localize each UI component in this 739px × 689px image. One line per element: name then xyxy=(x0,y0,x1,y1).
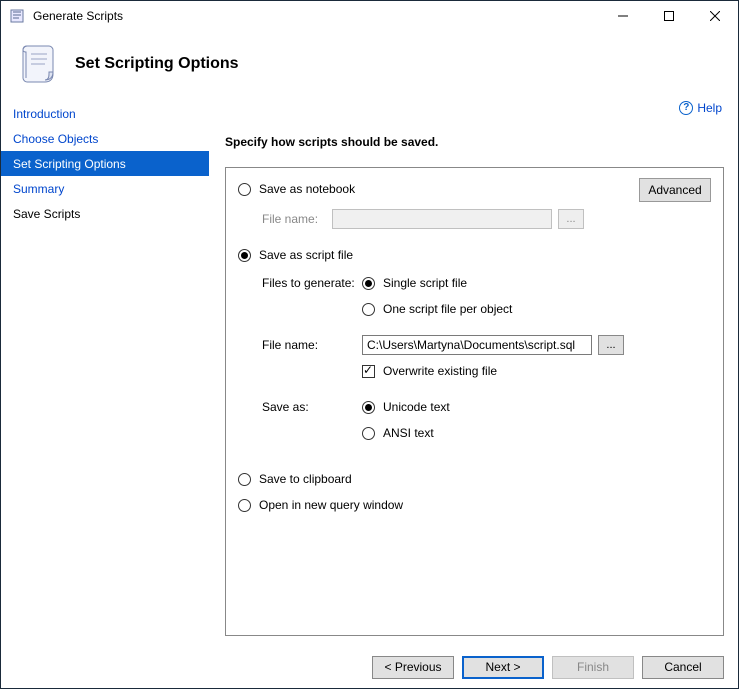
minimize-button[interactable] xyxy=(600,1,646,31)
checkbox-overwrite[interactable] xyxy=(362,365,375,378)
radio-save-to-clipboard[interactable] xyxy=(238,473,251,486)
label-save-as-script-file: Save as script file xyxy=(259,248,353,262)
label-unicode-text: Unicode text xyxy=(383,400,450,414)
label-save-to-clipboard: Save to clipboard xyxy=(259,472,352,486)
window-title: Generate Scripts xyxy=(33,9,123,23)
notebook-filename-input xyxy=(332,209,552,229)
previous-button[interactable]: < Previous xyxy=(372,656,454,679)
wizard-window: Generate Scripts xyxy=(1,1,738,688)
radio-save-as-notebook[interactable] xyxy=(238,183,251,196)
label-open-new-query: Open in new query window xyxy=(259,498,403,512)
files-to-generate-label: Files to generate: xyxy=(262,276,362,290)
help-label: Help xyxy=(697,101,722,115)
radio-one-per-object[interactable] xyxy=(362,303,375,316)
script-icon xyxy=(19,42,63,86)
content: ? Help Specify how scripts should be sav… xyxy=(209,97,738,646)
options-panel: Advanced Save as notebook File name: ... xyxy=(225,167,724,636)
radio-save-as-script-file[interactable] xyxy=(238,249,251,262)
cancel-button[interactable]: Cancel xyxy=(642,656,724,679)
notebook-browse-button: ... xyxy=(558,209,584,229)
label-ansi-text: ANSI text xyxy=(383,426,434,440)
finish-button: Finish xyxy=(552,656,634,679)
radio-ansi-text[interactable] xyxy=(362,427,375,440)
titlebar: Generate Scripts xyxy=(1,1,738,31)
radio-open-new-query[interactable] xyxy=(238,499,251,512)
footer: < Previous Next > Finish Cancel xyxy=(1,646,738,688)
saveas-label: Save as: xyxy=(262,400,362,414)
radio-unicode-text[interactable] xyxy=(362,401,375,414)
filename-label: File name: xyxy=(262,338,362,352)
app-icon xyxy=(9,8,25,24)
label-overwrite: Overwrite existing file xyxy=(383,364,497,378)
notebook-filename-label: File name: xyxy=(262,212,332,226)
sidebar-item-label: Choose Objects xyxy=(13,132,98,146)
maximize-button[interactable] xyxy=(646,1,692,31)
label-one-per-object: One script file per object xyxy=(383,302,512,316)
page-title: Set Scripting Options xyxy=(75,55,239,73)
instruction-text: Specify how scripts should be saved. xyxy=(225,135,724,149)
sidebar-item-label: Introduction xyxy=(13,107,76,121)
sidebar-item-summary[interactable]: Summary xyxy=(1,176,209,201)
help-icon: ? xyxy=(679,101,693,115)
radio-single-script-file[interactable] xyxy=(362,277,375,290)
filename-input[interactable]: C:\Users\Martyna\Documents\script.sql xyxy=(362,335,592,355)
close-button[interactable] xyxy=(692,1,738,31)
filename-browse-button[interactable]: ... xyxy=(598,335,624,355)
sidebar-item-label: Save Scripts xyxy=(13,207,80,221)
sidebar-item-choose-objects[interactable]: Choose Objects xyxy=(1,126,209,151)
sidebar-item-label: Set Scripting Options xyxy=(13,157,126,171)
label-single-script-file: Single script file xyxy=(383,276,467,290)
sidebar-item-introduction[interactable]: Introduction xyxy=(1,101,209,126)
sidebar-item-set-scripting-options[interactable]: Set Scripting Options xyxy=(1,151,209,176)
window-controls xyxy=(600,1,738,31)
header: Set Scripting Options xyxy=(1,31,738,97)
sidebar-item-label: Summary xyxy=(13,182,64,196)
help-link[interactable]: ? Help xyxy=(679,101,722,115)
advanced-button[interactable]: Advanced xyxy=(639,178,711,202)
sidebar: Introduction Choose Objects Set Scriptin… xyxy=(1,97,209,646)
label-save-as-notebook: Save as notebook xyxy=(259,182,355,196)
sidebar-item-save-scripts: Save Scripts xyxy=(1,201,209,226)
next-button[interactable]: Next > xyxy=(462,656,544,679)
